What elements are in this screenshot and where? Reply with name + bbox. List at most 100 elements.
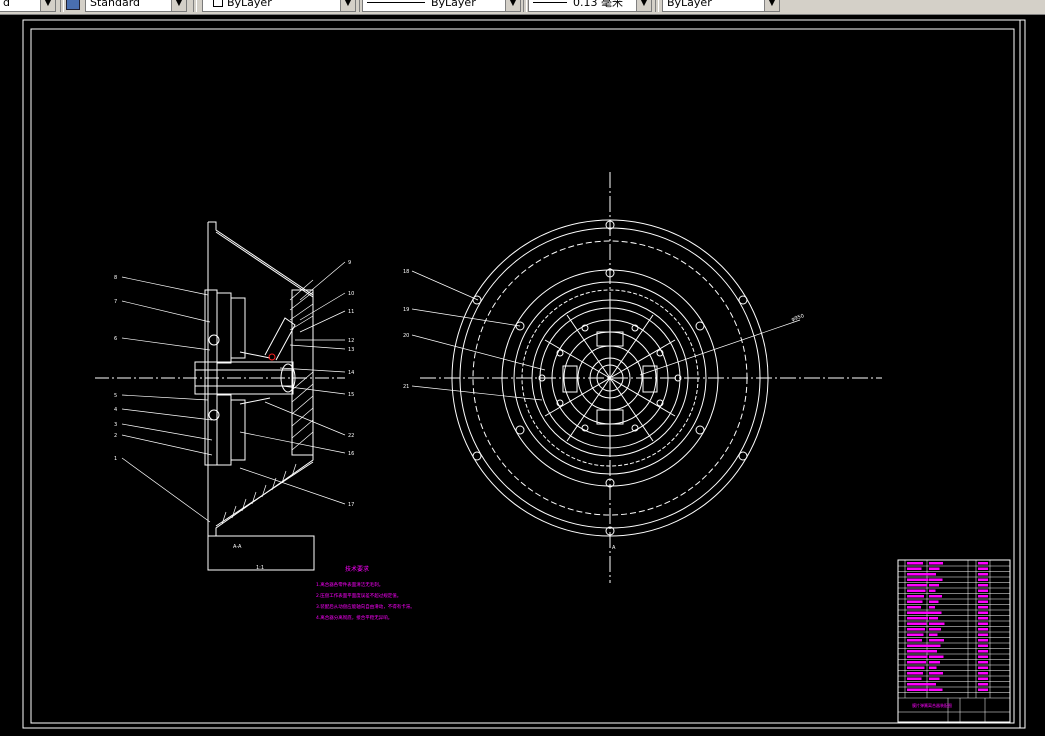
title-block-name: 膜片弹簧离合器装配图 xyxy=(912,702,952,708)
plotstyle-combo[interactable]: ByLayer ▼ xyxy=(662,0,780,12)
part-label: 22 xyxy=(348,433,354,439)
entry-mark xyxy=(907,595,924,598)
entry-mark xyxy=(929,578,943,581)
layer-state-combo[interactable]: d ▼ xyxy=(0,0,56,12)
tech-title: 技术要求 xyxy=(345,565,369,573)
entry-mark xyxy=(929,633,938,636)
tech-line: 1.离合器各零件表面清洁无毛刺。 xyxy=(316,581,383,588)
toolbar-separator xyxy=(655,0,659,12)
entry-mark xyxy=(929,672,943,675)
flywheel-block xyxy=(291,289,314,456)
section-caption: A-A xyxy=(233,544,242,550)
entry-mark xyxy=(978,562,988,565)
part-label: 5 xyxy=(114,393,117,399)
section-numbers: 8 7 6 5 4 3 2 1 9 10 11 12 13 14 15 22 1… xyxy=(114,260,354,571)
color-combo[interactable]: ByLayer ▼ xyxy=(202,0,356,12)
entry-mark xyxy=(929,639,944,642)
entry-mark xyxy=(978,683,988,686)
entry-mark xyxy=(978,578,988,581)
release-lever xyxy=(264,317,296,361)
entry-mark xyxy=(978,600,988,603)
text-style-icon[interactable] xyxy=(66,0,80,10)
part-label: 17 xyxy=(348,502,354,508)
chevron-down-icon[interactable]: ▼ xyxy=(171,0,186,11)
chevron-down-icon[interactable]: ▼ xyxy=(505,0,520,11)
entry-mark xyxy=(929,595,942,598)
entry-mark xyxy=(907,562,923,565)
entry-mark xyxy=(907,677,922,680)
entry-mark xyxy=(907,666,925,669)
entry-mark xyxy=(978,628,988,631)
entry-mark xyxy=(978,677,988,680)
section-view xyxy=(95,221,345,571)
text-style-combo[interactable]: Standard ▼ xyxy=(85,0,187,12)
part-label: 15 xyxy=(348,392,354,398)
part-label: 9 xyxy=(348,260,351,266)
part-label: 18 xyxy=(403,269,409,275)
part-label: 16 xyxy=(348,451,354,457)
entry-mark xyxy=(978,595,988,598)
part-label: 1 xyxy=(114,456,117,462)
part-label: 14 xyxy=(348,370,354,376)
hatch-right xyxy=(291,371,314,451)
entry-mark xyxy=(907,639,922,642)
chevron-down-icon[interactable]: ▼ xyxy=(40,0,55,11)
title-block: 膜片弹簧离合器装配图 xyxy=(897,559,1011,723)
entry-mark xyxy=(907,661,926,664)
linetype-combo[interactable]: ByLayer ▼ xyxy=(362,0,521,12)
tech-line: 3.装配后从动盘应能轴向自由滑动，不得有卡滞。 xyxy=(316,603,415,610)
entry-mark xyxy=(978,584,988,587)
chevron-down-icon[interactable]: ▼ xyxy=(636,0,651,11)
entry-mark xyxy=(978,661,988,664)
entry-mark xyxy=(978,688,988,691)
entry-mark xyxy=(978,633,988,636)
linetype-value: ByLayer xyxy=(431,0,476,9)
entry-mark xyxy=(978,567,988,570)
pivot-marker xyxy=(268,353,276,361)
entry-mark xyxy=(907,628,925,631)
part-label: 10 xyxy=(348,291,354,297)
entry-mark xyxy=(929,683,936,686)
entry-mark xyxy=(907,617,928,620)
entry-mark xyxy=(929,622,945,625)
part-label: 8 xyxy=(114,275,117,281)
entry-mark xyxy=(907,606,921,609)
entry-mark xyxy=(907,567,922,570)
entry-mark xyxy=(978,644,988,647)
entry-mark xyxy=(907,600,923,603)
part-label: 12 xyxy=(348,338,354,344)
entry-mark xyxy=(929,567,940,570)
entry-mark xyxy=(929,600,939,603)
part-label: 21 xyxy=(403,384,409,390)
part-label: 2 xyxy=(114,433,117,439)
color-value: ByLayer xyxy=(227,0,272,9)
entry-mark xyxy=(978,617,988,620)
entry-mark xyxy=(929,655,944,658)
entry-mark xyxy=(929,617,938,620)
plotstyle-value: ByLayer xyxy=(667,0,712,9)
entry-mark xyxy=(929,650,937,653)
entry-mark xyxy=(978,650,988,653)
drawing-canvas[interactable]: 8 7 6 5 4 3 2 1 9 10 11 12 13 14 15 22 1… xyxy=(0,15,1045,732)
part-label: 20 xyxy=(403,333,409,339)
drawing-svg: 8 7 6 5 4 3 2 1 9 10 11 12 13 14 15 22 1… xyxy=(22,19,1026,729)
entry-mark xyxy=(907,644,931,647)
entry-mark xyxy=(978,622,988,625)
entry-mark xyxy=(978,611,988,614)
linetype-preview-icon xyxy=(367,2,425,3)
entry-mark xyxy=(929,606,935,609)
front-view xyxy=(420,172,882,583)
toolbar-separator xyxy=(60,0,64,12)
toolbar-separator xyxy=(523,0,527,12)
diameter-label: φ950 xyxy=(791,313,805,323)
lineweight-combo[interactable]: 0.13 毫米 ▼ xyxy=(528,0,652,12)
entry-mark xyxy=(929,589,936,592)
entry-mark xyxy=(907,573,930,576)
tech-line: 2.压盘工作表面平面度误差不超过规定值。 xyxy=(316,592,401,599)
chevron-down-icon[interactable]: ▼ xyxy=(340,0,355,11)
entry-mark xyxy=(929,562,943,565)
entry-mark xyxy=(978,573,988,576)
chevron-down-icon[interactable]: ▼ xyxy=(764,0,779,11)
part-label: 3 xyxy=(114,422,117,428)
part-label: 7 xyxy=(114,299,117,305)
